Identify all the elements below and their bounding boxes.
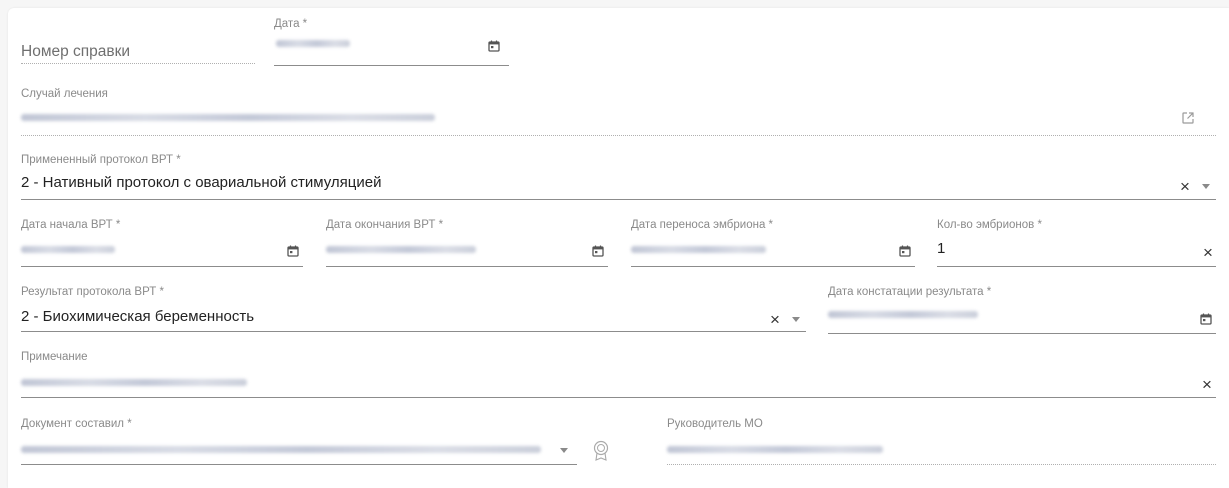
date-field[interactable]: Дата * — [274, 18, 509, 66]
note-value-blurred — [21, 379, 247, 386]
calendar-icon[interactable] — [897, 243, 913, 259]
protocol-underline — [21, 199, 1216, 200]
chevron-down-icon[interactable] — [789, 312, 803, 326]
calendar-icon[interactable] — [486, 38, 502, 54]
date-label: Дата * — [274, 18, 308, 30]
protocol-result-label: Результат протокола ВРТ * — [21, 286, 164, 298]
note-field[interactable]: Примечание × — [21, 351, 1216, 398]
document-author-field[interactable]: Документ составил * — [21, 418, 577, 465]
chevron-down-icon[interactable] — [1199, 179, 1213, 193]
treatment-case-underline — [21, 135, 1216, 136]
protocol-label: Примененный протокол ВРТ * — [21, 154, 181, 166]
date-value-blurred — [276, 40, 350, 47]
embryo-count-value: 1 — [937, 240, 946, 257]
clear-icon[interactable]: × — [1200, 244, 1216, 261]
mo-head-field[interactable]: Руководитель МО — [667, 418, 1216, 465]
vrt-end-date-field[interactable]: Дата окончания ВРТ * — [326, 219, 608, 267]
protocol-value: 2 - Нативный протокол с овариальной стим… — [21, 174, 382, 191]
vrt-start-date-field[interactable]: Дата начала ВРТ * — [21, 219, 303, 267]
protocol-result-underline — [21, 331, 806, 332]
certificate-number-field[interactable]: Номер справки — [21, 30, 255, 66]
document-author-label: Документ составил * — [21, 418, 132, 430]
result-date-underline — [828, 333, 1216, 334]
calendar-icon[interactable] — [1198, 311, 1214, 327]
protocol-field[interactable]: Примененный протокол ВРТ * 2 - Нативный … — [21, 154, 1216, 200]
note-underline — [21, 397, 1216, 398]
embryo-transfer-date-label: Дата переноса эмбриона * — [631, 219, 774, 231]
protocol-result-value: 2 - Биохимическая беременность — [21, 308, 255, 325]
vrt-start-date-value-blurred — [21, 246, 115, 253]
treatment-case-value-blurred — [21, 114, 435, 121]
document-author-underline — [21, 464, 577, 465]
external-link-icon[interactable] — [1179, 109, 1197, 127]
vrt-start-date-underline — [21, 266, 303, 267]
calendar-icon[interactable] — [285, 243, 301, 259]
embryo-transfer-date-field[interactable]: Дата переноса эмбриона * — [631, 219, 915, 267]
mo-head-value-blurred — [667, 446, 883, 453]
vrt-end-date-value-blurred — [326, 246, 476, 253]
result-date-field[interactable]: Дата констатации результата * — [828, 286, 1216, 334]
treatment-case-label: Случай лечения — [21, 88, 108, 100]
embryo-transfer-date-underline — [631, 266, 915, 267]
document-author-value-blurred — [21, 446, 541, 453]
mo-head-underline — [667, 464, 1216, 465]
embryo-count-underline — [937, 266, 1216, 267]
clear-icon[interactable]: × — [767, 311, 783, 328]
vrt-end-date-underline — [326, 266, 608, 267]
signature-badge-icon[interactable] — [590, 438, 612, 462]
clear-icon[interactable]: × — [1199, 376, 1215, 393]
note-label: Примечание — [21, 351, 88, 363]
embryo-transfer-date-value-blurred — [631, 246, 766, 253]
result-date-value-blurred — [828, 311, 978, 318]
treatment-case-field[interactable]: Случай лечения — [21, 88, 1216, 136]
certificate-number-placeholder: Номер справки — [21, 43, 131, 60]
embryo-count-label: Кол-во эмбрионов * — [937, 219, 1042, 231]
mo-head-label: Руководитель МО — [667, 418, 763, 430]
certificate-number-underline — [21, 63, 255, 64]
protocol-result-field[interactable]: Результат протокола ВРТ * 2 - Биохимичес… — [21, 286, 806, 332]
calendar-icon[interactable] — [590, 243, 606, 259]
result-date-label: Дата констатации результата * — [828, 286, 992, 298]
date-underline — [274, 65, 509, 66]
chevron-down-icon[interactable] — [557, 443, 571, 457]
vrt-end-date-label: Дата окончания ВРТ * — [326, 219, 444, 231]
embryo-count-field[interactable]: Кол-во эмбрионов * 1 × — [937, 219, 1216, 267]
clear-icon[interactable]: × — [1177, 178, 1193, 195]
vrt-start-date-label: Дата начала ВРТ * — [21, 219, 121, 231]
